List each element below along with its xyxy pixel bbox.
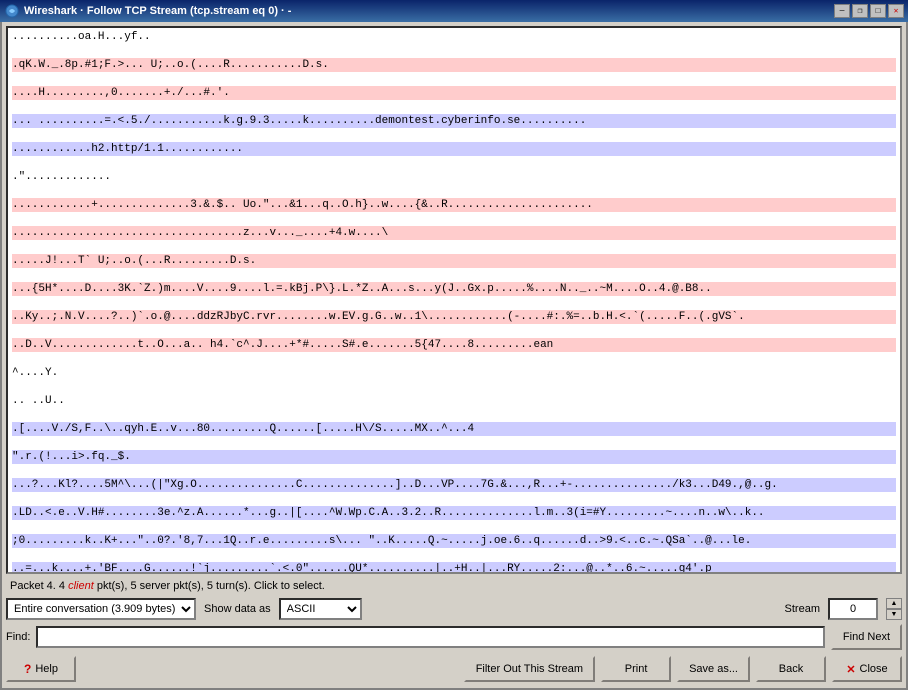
stream-line: .[....V./S,F..\..qyh.E..v...80.........Q… xyxy=(12,422,896,436)
close-button[interactable]: ✕ xyxy=(888,4,904,18)
client-highlight: client xyxy=(68,580,94,592)
find-input[interactable] xyxy=(36,626,824,648)
back-button[interactable]: Back xyxy=(756,656,826,682)
stream-line: ;0.........k..K+..."..0?.'8,7...1Q..r.e.… xyxy=(12,534,896,548)
title-bar: Wireshark · Follow TCP Stream (tcp.strea… xyxy=(0,0,908,22)
close-label: Close xyxy=(860,663,888,675)
find-row: Find: Find Next xyxy=(6,624,902,650)
stream-input[interactable] xyxy=(828,598,878,620)
stream-line: ..D..V.............t..O...a.. h4.`c^.J..… xyxy=(12,338,896,352)
filter-out-button[interactable]: Filter Out This Stream xyxy=(464,656,595,682)
stream-line: ..........oa.H...yf.. xyxy=(12,30,896,44)
help-icon: ? xyxy=(24,662,31,676)
stream-line: ..=...k....+.'BF....G......!`j.........`… xyxy=(12,562,896,574)
help-label: Help xyxy=(35,663,58,675)
close-icon: ✕ xyxy=(846,663,855,676)
stream-line: .LD..<.e..V.H#........3e.^z.A......*...g… xyxy=(12,506,896,520)
window-title: Wireshark · Follow TCP Stream (tcp.strea… xyxy=(24,5,834,17)
conversation-select[interactable]: Entire conversation (3.909 bytes) xyxy=(6,598,196,620)
find-label: Find: xyxy=(6,631,30,643)
stream-line: .. ..U.. xyxy=(12,394,896,408)
controls-row: Entire conversation (3.909 bytes) Show d… xyxy=(6,598,902,620)
print-button[interactable]: Print xyxy=(601,656,671,682)
stream-content-area[interactable]: ..........oa.H...yf.. .qK.W._.8p.#1;F.>.… xyxy=(6,26,902,574)
stream-down-button[interactable]: ▼ xyxy=(886,609,902,620)
show-data-label: Show data as xyxy=(204,603,271,615)
find-next-button[interactable]: Find Next xyxy=(831,624,902,650)
stream-line: ............+..............3.&.$.. Uo.".… xyxy=(12,198,896,212)
stream-line: ...{5H*....D....3K.`Z.)m....V....9....l.… xyxy=(12,282,896,296)
close-button[interactable]: ✕ Close xyxy=(832,656,902,682)
stream-line: ...................................z...v… xyxy=(12,226,896,240)
help-button[interactable]: ? Help xyxy=(6,656,76,682)
stream-spinner[interactable]: ▲ ▼ xyxy=(886,598,902,620)
stream-line: ............h2.http/1.1............ xyxy=(12,142,896,156)
encoding-select[interactable]: ASCIIHexEBCDICHex+ASCIIRaw xyxy=(279,598,362,620)
stream-line: ."............. xyxy=(12,170,896,184)
minimize-button[interactable]: ─ xyxy=(834,4,850,18)
stream-line: ^....Y. xyxy=(12,366,896,380)
action-buttons: Filter Out This Stream Print Save as... … xyxy=(464,656,902,682)
stream-line: ".r.(!...i>.fq._$. xyxy=(12,450,896,464)
stream-line: ... ..........=.<.5./...........k.g.9.3.… xyxy=(12,114,896,128)
stream-line: .qK.W._.8p.#1;F.>... U;..o.(....R.......… xyxy=(12,58,896,72)
stream-line: ..Ky..;.N.V....?..)`.o.@....ddzRJbyC.rvr… xyxy=(12,310,896,324)
stream-up-button[interactable]: ▲ xyxy=(886,598,902,609)
window-controls: ─ ❐ □ ✕ xyxy=(834,4,904,18)
main-window: ..........oa.H...yf.. .qK.W._.8p.#1;F.>.… xyxy=(0,22,908,690)
status-bar: Packet 4. 4 client pkt(s), 5 server pkt(… xyxy=(6,578,902,594)
stream-line: ....H.........,0.......+./...#.'. xyxy=(12,86,896,100)
stream-line: .....J!...T` U;..o.(...R.........D.s. xyxy=(12,254,896,268)
restore-button[interactable]: ❐ xyxy=(852,4,868,18)
maximize-button[interactable]: □ xyxy=(870,4,886,18)
stream-line: ...?...Kl?....5M^\...(|"Xg.O............… xyxy=(12,478,896,492)
stream-label: Stream xyxy=(785,603,820,615)
app-icon xyxy=(4,3,20,19)
save-as-button[interactable]: Save as... xyxy=(677,656,750,682)
button-row: ? Help Filter Out This Stream Print Save… xyxy=(6,654,902,684)
